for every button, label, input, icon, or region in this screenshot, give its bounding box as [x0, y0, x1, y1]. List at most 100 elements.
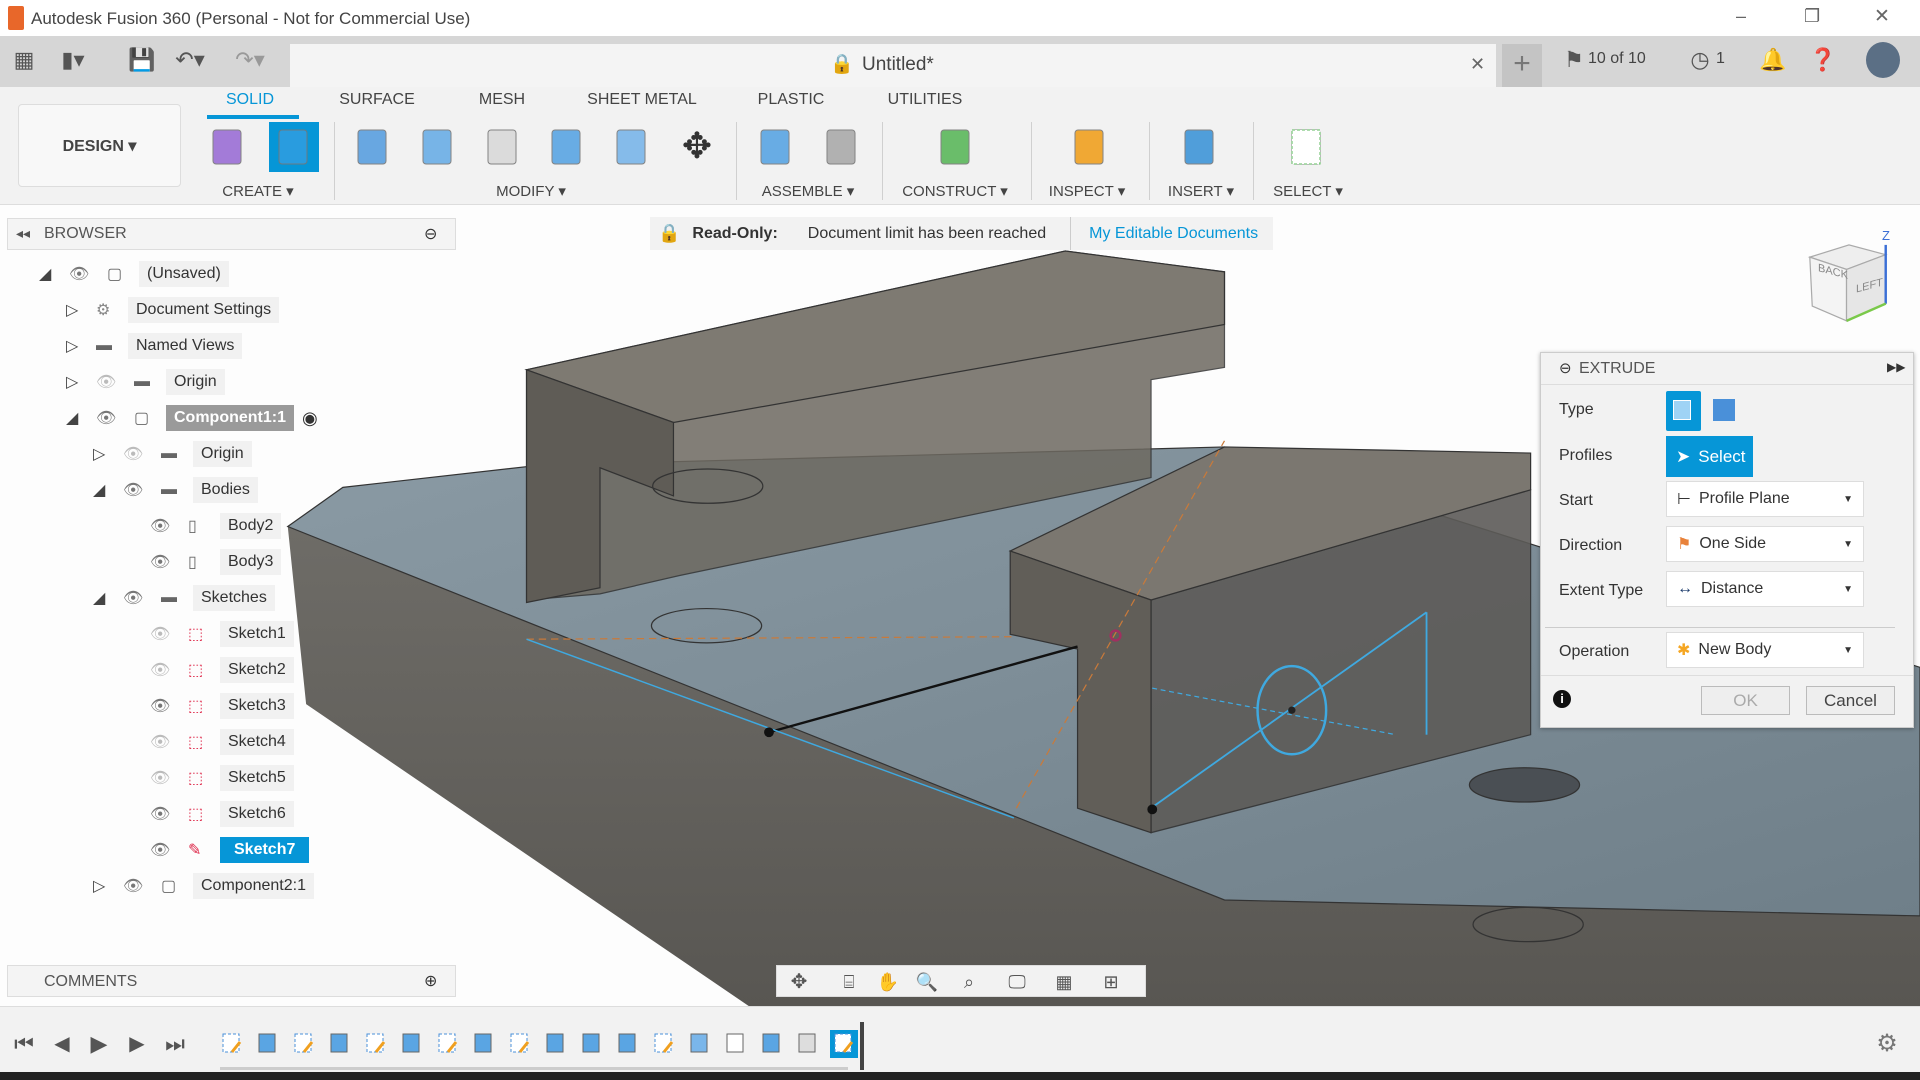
browser-minimize-icon[interactable]: ⊖: [424, 224, 437, 244]
operation-dropdown[interactable]: ✱ New Body ▼: [1666, 632, 1864, 668]
tree-item[interactable]: 👁 ⬚ Sketch4: [120, 727, 294, 757]
undo-icon[interactable]: ↶▾: [175, 49, 204, 71]
new-tab-button[interactable]: +: [1502, 44, 1542, 87]
split-face-icon[interactable]: [607, 122, 657, 172]
help-icon[interactable]: ❓: [1809, 49, 1836, 71]
collapse-browser-icon[interactable]: ◂◂: [16, 225, 30, 242]
select-menu[interactable]: SELECT ▾: [1273, 182, 1343, 200]
close-tab-button[interactable]: ✕: [1470, 54, 1485, 75]
tree-item[interactable]: ▷ 👁 ▢ Component2:1: [93, 871, 314, 901]
document-tab[interactable]: 🔒 Untitled* ✕: [290, 44, 1496, 87]
tab-plastic[interactable]: PLASTIC: [758, 91, 825, 109]
joint-icon[interactable]: [817, 122, 867, 172]
eye-hidden-icon[interactable]: 👁: [96, 372, 134, 392]
tree-item[interactable]: ◢ 👁 ▢ (Unsaved): [39, 259, 229, 289]
tree-item[interactable]: 👁 ▯ Body3: [120, 547, 282, 577]
create-component-icon[interactable]: [203, 122, 253, 172]
expand-toggle-icon[interactable]: ▷: [93, 876, 123, 896]
assemble-menu[interactable]: ASSEMBLE ▾: [762, 182, 855, 200]
tree-item[interactable]: ▷ 👁 ▬ Origin: [66, 367, 225, 397]
job-status-count[interactable]: 10 of 10: [1588, 50, 1646, 68]
measure-icon[interactable]: [1065, 122, 1115, 172]
timeline-extrude-icon[interactable]: [470, 1030, 498, 1058]
eye-icon[interactable]: 👁: [150, 552, 188, 572]
go-to-start-icon[interactable]: ⏮: [14, 1033, 34, 1055]
collapse-toggle-icon[interactable]: ◢: [93, 480, 123, 500]
timeline-extrude-icon[interactable]: [254, 1030, 282, 1058]
tree-item[interactable]: ▷ ⚙ Document Settings: [66, 295, 280, 325]
viewports-icon[interactable]: ⊞: [1103, 973, 1118, 991]
timeline-fillet-icon[interactable]: [794, 1030, 822, 1058]
eye-icon[interactable]: 👁: [150, 840, 188, 860]
collapse-toggle-icon[interactable]: ◢: [93, 588, 123, 608]
clock-icon[interactable]: ◷: [1690, 49, 1709, 71]
extrude-icon[interactable]: [269, 122, 319, 172]
maximize-button[interactable]: ❐: [1804, 6, 1820, 27]
start-dropdown[interactable]: ⊢ Profile Plane ▼: [1666, 481, 1864, 517]
timeline-extrude-icon[interactable]: [758, 1030, 786, 1058]
new-component-icon[interactable]: [751, 122, 801, 172]
tab-solid[interactable]: SOLID: [226, 91, 274, 109]
cancel-button[interactable]: Cancel: [1806, 686, 1895, 715]
tab-surface[interactable]: SURFACE: [339, 91, 415, 109]
collapse-toggle-icon[interactable]: ◢: [39, 264, 69, 284]
eye-icon[interactable]: 👁: [123, 588, 161, 608]
eye-icon[interactable]: 👁: [96, 408, 134, 428]
step-back-icon[interactable]: ◀: [54, 1034, 69, 1054]
expand-toggle-icon[interactable]: ▷: [66, 336, 96, 356]
eye-icon[interactable]: 👁: [150, 804, 188, 824]
close-window-button[interactable]: ✕: [1874, 5, 1890, 28]
orbit-icon[interactable]: ✥: [791, 972, 808, 992]
timeline-sketch-icon[interactable]: [362, 1030, 390, 1058]
tree-item[interactable]: 👁 ⬚ Sketch3: [120, 691, 294, 721]
tree-item[interactable]: 👁 ▯ Body2: [120, 511, 282, 541]
comments-panel[interactable]: COMMENTS ⊕: [7, 965, 456, 997]
profiles-select-button[interactable]: ➤ Select: [1666, 436, 1753, 477]
tree-item[interactable]: 👁 ⬚ Sketch2: [120, 655, 294, 685]
fillet-icon[interactable]: [413, 122, 463, 172]
timeline-sketch-icon[interactable]: [290, 1030, 318, 1058]
add-comment-icon[interactable]: ⊕: [424, 971, 437, 991]
look-at-icon[interactable]: ⌸: [844, 973, 855, 991]
select-window-icon[interactable]: [1282, 122, 1332, 172]
avatar[interactable]: [1866, 42, 1900, 78]
insert-menu[interactable]: INSERT ▾: [1168, 182, 1234, 200]
display-settings-icon[interactable]: 🖵: [1008, 973, 1025, 991]
expand-icon[interactable]: ▶▶: [1887, 360, 1905, 374]
inspect-menu[interactable]: INSPECT ▾: [1049, 182, 1125, 200]
tab-sheet-metal[interactable]: SHEET METAL: [587, 91, 697, 109]
timeline-extrude-icon[interactable]: [326, 1030, 354, 1058]
eye-hidden-icon[interactable]: 👁: [150, 660, 188, 680]
pan-icon[interactable]: ✋: [877, 973, 899, 991]
collapse-toggle-icon[interactable]: ◢: [66, 408, 96, 428]
play-icon[interactable]: ▶: [91, 1033, 108, 1055]
tree-item[interactable]: ▷ ▬ Named Views: [66, 331, 243, 361]
extrude-header[interactable]: ⊖ EXTRUDE ▶▶: [1541, 353, 1913, 385]
tree-item[interactable]: ◢ 👁 ▢ Component1:1 ◉: [66, 403, 318, 433]
apps-grid-icon[interactable]: ▦: [14, 49, 35, 71]
ok-button[interactable]: OK: [1701, 686, 1790, 715]
tree-item[interactable]: 👁 ✎ Sketch7: [120, 835, 310, 865]
step-forward-icon[interactable]: ▶: [129, 1034, 144, 1054]
combine-icon[interactable]: [542, 122, 592, 172]
timeline-extrude-icon[interactable]: [614, 1030, 642, 1058]
notification-bell-icon[interactable]: 🔔: [1759, 49, 1786, 71]
offset-plane-icon[interactable]: [931, 122, 981, 172]
eye-hidden-icon[interactable]: 👁: [123, 444, 161, 464]
file-menu-icon[interactable]: ▮▾: [61, 49, 84, 71]
press-pull-icon[interactable]: [348, 122, 398, 172]
eye-icon[interactable]: 👁: [123, 876, 161, 896]
timeline-extrude-icon[interactable]: [578, 1030, 606, 1058]
eye-icon[interactable]: 👁: [123, 480, 161, 500]
tab-utilities[interactable]: UTILITIES: [888, 91, 963, 109]
eye-icon[interactable]: 👁: [150, 696, 188, 716]
tree-item[interactable]: 👁 ⬚ Sketch6: [120, 799, 294, 829]
tree-item[interactable]: 👁 ⬚ Sketch5: [120, 763, 294, 793]
timeline-sketch-icon[interactable]: [218, 1030, 246, 1058]
expand-toggle-icon[interactable]: ▷: [66, 372, 96, 392]
expand-toggle-icon[interactable]: ▷: [93, 444, 123, 464]
eye-icon[interactable]: 👁: [69, 264, 107, 284]
timeline-marker[interactable]: [860, 1022, 864, 1070]
workspace-switcher[interactable]: DESIGN ▾: [18, 104, 181, 187]
direction-dropdown[interactable]: ⚑ One Side ▼: [1666, 526, 1864, 562]
